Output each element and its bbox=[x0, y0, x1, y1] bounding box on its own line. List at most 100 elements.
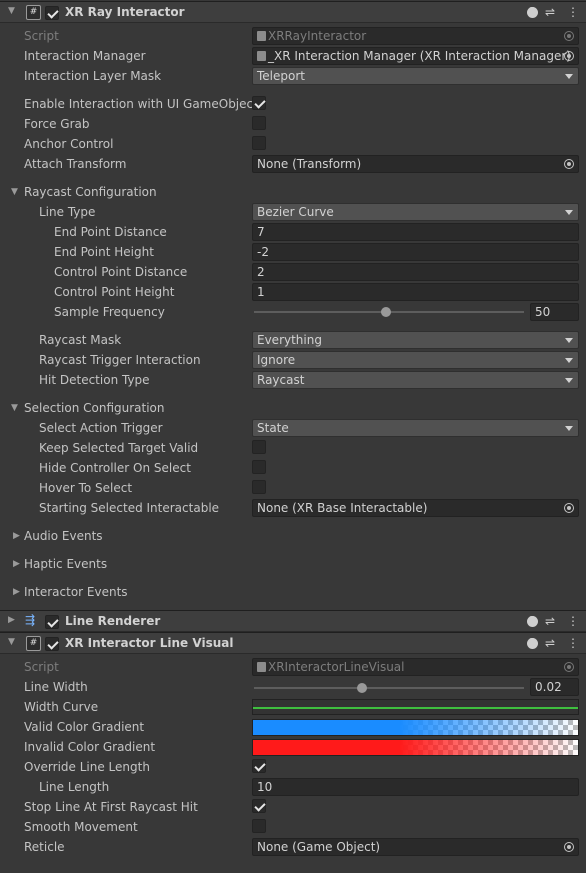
sample-frequency-input[interactable]: 50 bbox=[530, 303, 579, 321]
stop-at-hit-checkbox[interactable] bbox=[252, 799, 266, 813]
component-enabled-checkbox[interactable] bbox=[45, 6, 59, 20]
object-picker-icon bbox=[564, 662, 574, 672]
force-grab-label: Force Grab bbox=[24, 117, 90, 131]
reticle-label: Reticle bbox=[24, 840, 65, 854]
line-width-slider-thumb[interactable] bbox=[357, 683, 367, 693]
invalid-gradient-field[interactable] bbox=[252, 739, 579, 756]
dropdown-caret-icon bbox=[565, 74, 573, 79]
component-enabled-checkbox[interactable] bbox=[45, 615, 59, 629]
dropdown-caret-icon bbox=[565, 358, 573, 363]
line-length-input[interactable]: 10 bbox=[252, 778, 579, 796]
smooth-movement-checkbox[interactable] bbox=[252, 819, 266, 833]
dropdown-value: State bbox=[257, 421, 289, 435]
help-icon[interactable]: ? bbox=[527, 615, 538, 627]
stop-at-hit-label: Stop Line At First Raycast Hit bbox=[24, 800, 198, 814]
hit-detection-label: Hit Detection Type bbox=[39, 373, 150, 387]
object-picker-icon[interactable] bbox=[564, 159, 574, 169]
keep-selected-checkbox[interactable] bbox=[252, 440, 266, 454]
sample-frequency-slider-thumb[interactable] bbox=[381, 307, 392, 317]
line-renderer-header[interactable]: ▶ ⇶ Line Renderer ? ⇌ ⋮ bbox=[0, 610, 586, 632]
help-icon[interactable]: ? bbox=[527, 6, 538, 18]
fold-arrow-icon[interactable]: ▼ bbox=[11, 403, 18, 413]
help-icon[interactable]: ? bbox=[527, 637, 538, 649]
fold-arrow-icon[interactable]: ▼ bbox=[8, 6, 15, 16]
control-point-height-input[interactable]: 1 bbox=[252, 283, 579, 301]
kebab-menu-icon[interactable]: ⋮ bbox=[567, 614, 579, 628]
control-point-height-label: Control Point Height bbox=[54, 285, 175, 299]
component-title: Line Renderer bbox=[65, 614, 161, 628]
script-field: XRInteractorLineVisual bbox=[252, 658, 579, 676]
preset-icon[interactable]: ⇌ bbox=[545, 636, 555, 650]
attach-transform-field[interactable]: None (Transform) bbox=[252, 155, 579, 173]
interactor-events-foldout[interactable]: Interactor Events bbox=[24, 585, 128, 599]
line-type-label: Line Type bbox=[39, 205, 96, 219]
hit-detection-dropdown[interactable]: Raycast bbox=[252, 371, 579, 389]
anchor-control-checkbox[interactable] bbox=[252, 136, 266, 150]
raycast-mask-dropdown[interactable]: Everything bbox=[252, 331, 579, 349]
interaction-manager-label: Interaction Manager bbox=[24, 49, 146, 63]
hide-controller-label: Hide Controller On Select bbox=[39, 461, 191, 475]
raycast-config-foldout[interactable]: Raycast Configuration bbox=[24, 185, 157, 199]
script-value: XRInteractorLineVisual bbox=[268, 660, 405, 674]
raycast-trigger-dropdown[interactable]: Ignore bbox=[252, 351, 579, 369]
object-picker-icon[interactable] bbox=[564, 51, 574, 61]
selection-config-foldout[interactable]: Selection Configuration bbox=[24, 401, 165, 415]
component-enabled-checkbox[interactable] bbox=[45, 637, 59, 651]
preset-icon[interactable]: ⇌ bbox=[545, 614, 555, 628]
invalid-gradient-label: Invalid Color Gradient bbox=[24, 740, 156, 754]
hover-to-select-label: Hover To Select bbox=[39, 481, 133, 495]
script-file-icon bbox=[257, 31, 266, 41]
fold-arrow-icon[interactable]: ▼ bbox=[8, 637, 15, 647]
end-point-distance-input[interactable]: 7 bbox=[252, 223, 579, 241]
preset-icon[interactable]: ⇌ bbox=[545, 5, 555, 19]
hover-to-select-checkbox[interactable] bbox=[252, 480, 266, 494]
dropdown-value: Bezier Curve bbox=[257, 205, 334, 219]
script-file-icon bbox=[257, 662, 266, 672]
object-picker-icon[interactable] bbox=[564, 503, 574, 513]
interaction-manager-value: _XR Interaction Manager (XR Interaction … bbox=[268, 49, 571, 63]
override-length-label: Override Line Length bbox=[24, 760, 150, 774]
fold-arrow-icon[interactable]: ▶ bbox=[13, 531, 20, 541]
line-width-slider-track[interactable] bbox=[254, 687, 524, 689]
end-point-height-input[interactable]: -2 bbox=[252, 243, 579, 261]
starting-selected-label: Starting Selected Interactable bbox=[39, 501, 220, 515]
fold-arrow-icon[interactable]: ▶ bbox=[13, 587, 20, 597]
interaction-layer-mask-dropdown[interactable]: Teleport bbox=[252, 67, 579, 85]
script-value: XRRayInteractor bbox=[268, 29, 367, 43]
fold-arrow-icon[interactable]: ▶ bbox=[8, 615, 15, 625]
force-grab-checkbox[interactable] bbox=[252, 116, 266, 130]
starting-selected-value: None (XR Base Interactable) bbox=[257, 501, 428, 515]
enable-ui-checkbox[interactable] bbox=[252, 96, 266, 110]
audio-events-foldout[interactable]: Audio Events bbox=[24, 529, 103, 543]
line-visual-header[interactable]: ▼ # XR Interactor Line Visual ? ⇌ ⋮ bbox=[0, 632, 586, 654]
override-length-checkbox[interactable] bbox=[252, 759, 266, 773]
control-point-distance-input[interactable]: 2 bbox=[252, 263, 579, 281]
reticle-field[interactable]: None (Game Object) bbox=[252, 838, 579, 856]
raycast-mask-label: Raycast Mask bbox=[39, 333, 122, 347]
hide-controller-checkbox[interactable] bbox=[252, 460, 266, 474]
interaction-manager-field[interactable]: _XR Interaction Manager (XR Interaction … bbox=[252, 47, 579, 65]
kebab-menu-icon[interactable]: ⋮ bbox=[567, 5, 579, 19]
object-picker-icon[interactable] bbox=[564, 842, 574, 852]
line-type-dropdown[interactable]: Bezier Curve bbox=[252, 203, 579, 221]
invalid-gradient-fill bbox=[253, 740, 578, 755]
smooth-movement-label: Smooth Movement bbox=[24, 820, 138, 834]
attach-transform-value: None (Transform) bbox=[257, 157, 362, 171]
valid-gradient-field[interactable] bbox=[252, 719, 579, 736]
width-curve-field[interactable] bbox=[252, 699, 579, 715]
end-point-distance-label: End Point Distance bbox=[54, 225, 167, 239]
kebab-menu-icon[interactable]: ⋮ bbox=[567, 636, 579, 650]
select-action-trigger-dropdown[interactable]: State bbox=[252, 419, 579, 437]
starting-selected-field[interactable]: None (XR Base Interactable) bbox=[252, 499, 579, 517]
xr-ray-interactor-header[interactable]: ▼ # XR Ray Interactor ? ⇌ ⋮ bbox=[0, 1, 586, 23]
component-title: XR Ray Interactor bbox=[65, 5, 185, 19]
enable-ui-label: Enable Interaction with UI GameObjects bbox=[24, 97, 265, 111]
fold-arrow-icon[interactable]: ▶ bbox=[13, 559, 20, 569]
fold-arrow-icon[interactable]: ▼ bbox=[11, 187, 18, 197]
line-width-input[interactable]: 0.02 bbox=[530, 678, 579, 696]
width-curve-label: Width Curve bbox=[24, 700, 99, 714]
haptic-events-foldout[interactable]: Haptic Events bbox=[24, 557, 107, 571]
script-icon: # bbox=[26, 5, 41, 20]
curve-line bbox=[253, 707, 578, 709]
line-width-label: Line Width bbox=[24, 680, 88, 694]
